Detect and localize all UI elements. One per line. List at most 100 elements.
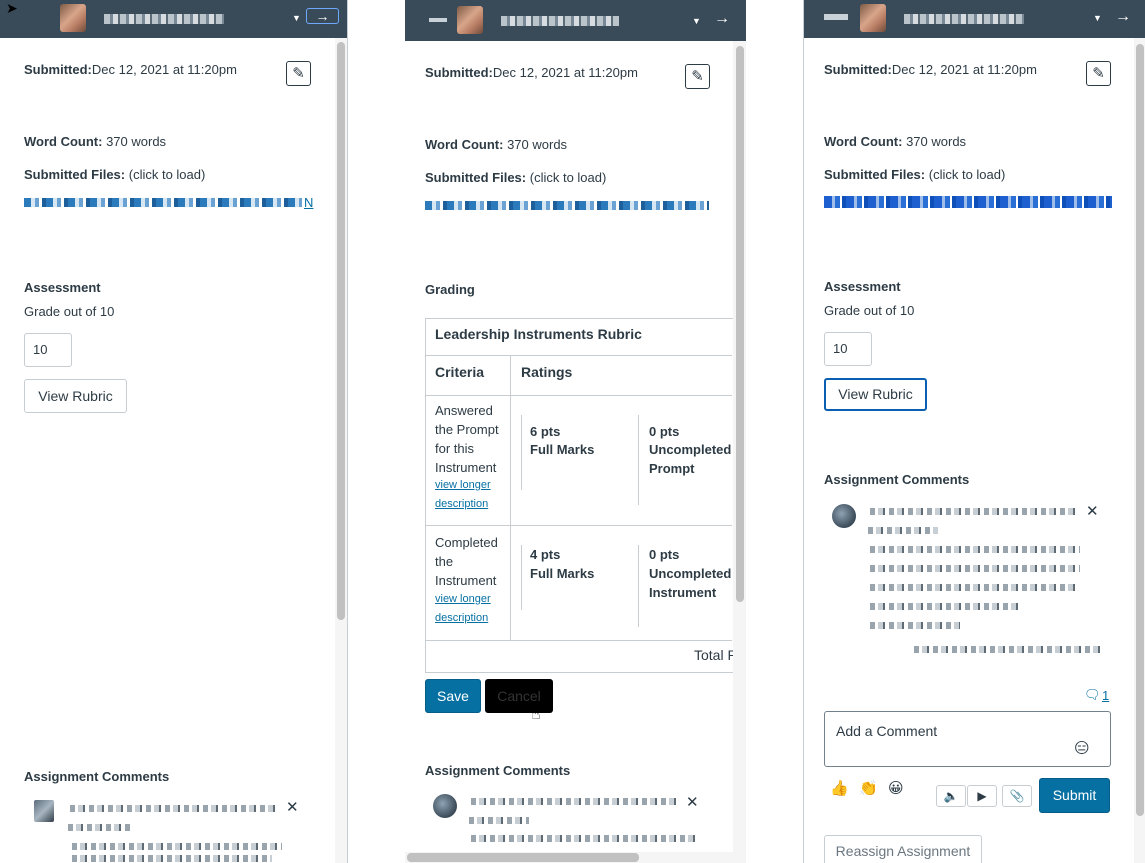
comment-text-redacted xyxy=(870,565,1080,572)
comment-text-redacted xyxy=(72,843,282,850)
submitted-date: Submitted:Dec 12, 2021 at 11:20pm xyxy=(425,65,638,80)
comment-text-redacted xyxy=(870,603,1020,610)
attach-file-paperclip-icon[interactable]: 📎 xyxy=(1002,785,1032,807)
comment-text-redacted xyxy=(870,508,1075,515)
divider xyxy=(521,545,522,610)
smile-emoji-icon[interactable]: 😀 xyxy=(888,779,904,797)
comment-text-redacted xyxy=(70,805,275,812)
submitted-file-link-suffix[interactable]: N xyxy=(304,195,313,210)
delete-comment-close-icon[interactable]: ✕ xyxy=(686,793,699,811)
commenter-avatar xyxy=(433,794,457,818)
student-avatar[interactable] xyxy=(60,4,86,32)
ratings-header: Ratings xyxy=(521,364,573,380)
grade-input[interactable]: 10 xyxy=(824,332,872,366)
commenter-avatar xyxy=(34,800,54,822)
panel-gap xyxy=(349,0,405,863)
student-nav-bar: ▼ → xyxy=(405,0,746,41)
grade-out-of: Grade out of 10 xyxy=(824,303,915,318)
rating-desc[interactable]: Uncompleted Instrument xyxy=(649,564,731,602)
save-button[interactable]: Save xyxy=(425,679,481,713)
submitted-file-link[interactable] xyxy=(425,201,709,210)
divider xyxy=(425,355,732,356)
delete-comment-close-icon[interactable]: ✕ xyxy=(1086,502,1099,520)
rubric-title: Leadership Instruments Rubric xyxy=(435,326,642,342)
next-student-arrow-icon[interactable]: → xyxy=(306,8,339,24)
comment-text-redacted xyxy=(471,835,696,842)
grade-out-of: Grade out of 10 xyxy=(24,304,115,319)
chevron-down-icon[interactable]: ▼ xyxy=(1093,13,1102,23)
rating-desc[interactable]: Uncompleted Prompt xyxy=(649,440,731,478)
scrollbar-thumb[interactable] xyxy=(407,853,639,862)
criterion-text: Answered the Prompt for this Instrument xyxy=(435,403,499,475)
comment-text-redacted xyxy=(72,855,272,862)
submitted-files: Submitted Files: (click to load) xyxy=(824,167,1006,182)
comment-text-redacted xyxy=(471,798,676,805)
commenter-avatar xyxy=(832,504,856,528)
assessment-heading: Assessment xyxy=(24,280,101,295)
student-nav-bar: ▼ → xyxy=(804,0,1145,38)
divider xyxy=(510,355,511,640)
submitted-file-link[interactable] xyxy=(24,198,302,207)
rubric-total: Total P xyxy=(694,647,737,663)
comment-text-redacted xyxy=(870,622,960,629)
rating-pts[interactable]: 0 pts xyxy=(649,545,679,564)
student-avatar[interactable] xyxy=(860,4,886,32)
scrollbar-thumb[interactable] xyxy=(736,46,744,602)
clapping-emoji-icon[interactable]: 👏 xyxy=(859,779,878,797)
student-name-redacted[interactable] xyxy=(904,14,1024,24)
delete-comment-close-icon[interactable]: ✕ xyxy=(286,798,299,816)
submit-comment-button[interactable]: Submit xyxy=(1039,778,1110,813)
chevron-down-icon[interactable]: ▼ xyxy=(692,16,701,26)
word-count: Word Count: 370 words xyxy=(824,134,967,149)
comment-count-icon[interactable]: 🗨 xyxy=(1084,687,1101,703)
scrollbar-thumb[interactable] xyxy=(337,42,345,620)
submitted-date: Submitted:Dec 12, 2021 at 11:20pm xyxy=(824,62,1037,77)
next-student-arrow-icon[interactable]: → xyxy=(711,11,733,27)
cancel-button[interactable]: Cancel xyxy=(485,679,553,713)
divider xyxy=(425,640,732,641)
student-avatar[interactable] xyxy=(457,6,483,34)
submitted-file-link-selected[interactable] xyxy=(824,196,1112,208)
divider xyxy=(425,395,732,396)
edit-pencil-icon[interactable]: ✎ xyxy=(685,64,710,89)
comment-count[interactable]: 1 xyxy=(1102,688,1109,703)
thumbs-up-emoji-icon[interactable]: 👍 xyxy=(830,779,849,797)
comment-text-redacted xyxy=(68,824,132,831)
redacted-mark xyxy=(429,18,447,22)
add-comment-textarea[interactable] xyxy=(824,711,1111,767)
divider xyxy=(521,415,522,490)
edit-pencil-icon[interactable]: ✎ xyxy=(286,61,311,86)
reassign-assignment-button[interactable]: Reassign Assignment xyxy=(824,835,982,863)
speedgrader-panel-1: ▼ → Submitted:Dec 12, 2021 at 11:20pm ✎ … xyxy=(0,0,348,863)
rating-desc[interactable]: Full Marks xyxy=(530,564,594,583)
emoji-picker-icon[interactable]: 😑 xyxy=(1074,739,1090,757)
student-nav-bar: ▼ → xyxy=(0,0,347,38)
view-longer-description-link[interactable]: view longer description xyxy=(435,476,505,514)
comment-text-redacted xyxy=(469,817,529,824)
media-comment-icon[interactable]: ▶ xyxy=(967,785,997,807)
student-name-redacted[interactable] xyxy=(501,16,619,26)
word-count: Word Count: 370 words xyxy=(425,137,568,152)
redacted-mark xyxy=(824,14,848,20)
grade-input[interactable]: 10 xyxy=(24,333,72,367)
mouse-pointer-icon: ➤ xyxy=(6,0,18,16)
scrollbar-thumb[interactable] xyxy=(1136,44,1144,816)
audio-record-icon[interactable]: 🔈 xyxy=(936,785,966,807)
grading-heading: Grading xyxy=(425,282,475,297)
edit-pencil-icon[interactable]: ✎ xyxy=(1086,61,1111,86)
view-longer-description-link[interactable]: view longer description xyxy=(435,590,505,628)
view-rubric-button[interactable]: View Rubric xyxy=(24,379,127,413)
assignment-comments-heading: Assignment Comments xyxy=(24,769,170,784)
comment-text-redacted xyxy=(870,584,1075,591)
rating-pts[interactable]: 4 pts xyxy=(530,545,560,564)
student-name-redacted[interactable] xyxy=(104,14,224,24)
rating-pts[interactable]: 6 pts xyxy=(530,422,560,441)
assignment-comments-heading: Assignment Comments xyxy=(425,763,571,778)
comment-text-redacted xyxy=(870,546,1080,553)
next-student-arrow-icon[interactable]: → xyxy=(1112,9,1134,25)
criteria-header: Criteria xyxy=(435,364,485,380)
rating-pts[interactable]: 0 pts xyxy=(649,422,679,441)
chevron-down-icon[interactable]: ▼ xyxy=(292,13,301,23)
view-rubric-button[interactable]: View Rubric xyxy=(824,378,927,411)
rating-desc[interactable]: Full Marks xyxy=(530,440,594,459)
